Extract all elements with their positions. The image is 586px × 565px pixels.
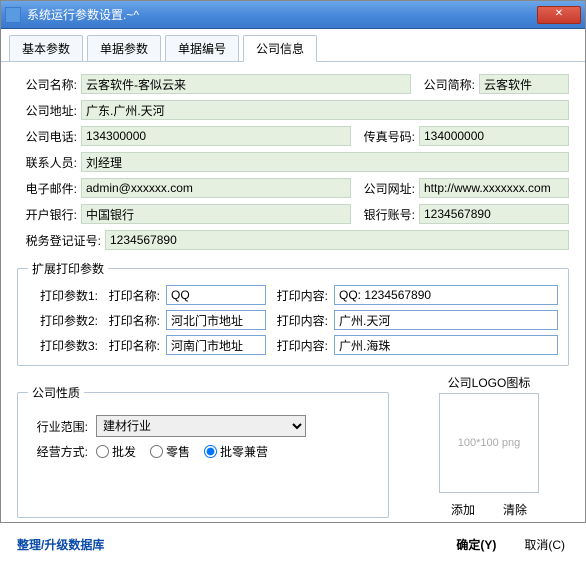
tab-document[interactable]: 单据参数	[87, 35, 161, 61]
fieldset-nature: 公司性质 行业范围: 建材行业 经营方式: 批发 零售 批零兼营	[17, 384, 389, 518]
label-pcontent2: 打印内容:	[272, 312, 328, 329]
cancel-button[interactable]: 取消(C)	[524, 536, 565, 553]
logo-box[interactable]: 100*100 png	[439, 393, 539, 493]
label-industry: 行业范围:	[28, 418, 88, 435]
content-panel: 公司名称: 公司简称: 公司地址: 公司电话: 传真号码: 联系人员: 电子邮件…	[1, 62, 585, 526]
logo-clear-button[interactable]: 清除	[503, 501, 527, 518]
label-pname1: 打印名称:	[104, 287, 160, 304]
label-company-addr: 公司地址:	[17, 102, 77, 119]
input-pname1[interactable]	[166, 285, 266, 305]
label-company-name: 公司名称:	[17, 76, 77, 93]
label-p2: 打印参数2:	[28, 312, 98, 329]
tab-bar: 基本参数 单据参数 单据编号 公司信息	[1, 29, 585, 62]
label-taxno: 税务登记证号:	[17, 232, 101, 249]
ok-button[interactable]: 确定(Y)	[456, 536, 496, 553]
input-company-tel[interactable]	[81, 126, 351, 146]
input-fax[interactable]	[419, 126, 569, 146]
label-logo-title: 公司LOGO图标	[409, 374, 569, 391]
radio-group-mode: 批发 零售 批零兼营	[96, 443, 268, 460]
label-contact: 联系人员:	[17, 154, 77, 171]
radio-retail[interactable]: 零售	[150, 443, 190, 460]
tab-docno[interactable]: 单据编号	[165, 35, 239, 61]
radio-both[interactable]: 批零兼营	[204, 443, 268, 460]
label-pname2: 打印名称:	[104, 312, 160, 329]
input-contact[interactable]	[81, 152, 569, 172]
tab-basic[interactable]: 基本参数	[9, 35, 83, 61]
select-industry[interactable]: 建材行业	[96, 415, 306, 437]
input-account[interactable]	[419, 204, 569, 224]
label-p3: 打印参数3:	[28, 337, 98, 354]
input-website[interactable]	[419, 178, 569, 198]
input-pname3[interactable]	[166, 335, 266, 355]
label-website: 公司网址:	[355, 180, 415, 197]
label-bank: 开户银行:	[17, 206, 77, 223]
label-mode: 经营方式:	[28, 443, 88, 460]
tab-company[interactable]: 公司信息	[243, 35, 317, 62]
legend-print-ext: 扩展打印参数	[28, 260, 108, 277]
input-company-addr[interactable]	[81, 100, 569, 120]
input-pcontent3[interactable]	[334, 335, 558, 355]
radio-wholesale[interactable]: 批发	[96, 443, 136, 460]
input-pname2[interactable]	[166, 310, 266, 330]
label-email: 电子邮件:	[17, 180, 77, 197]
input-pcontent2[interactable]	[334, 310, 558, 330]
input-bank[interactable]	[81, 204, 351, 224]
label-pcontent1: 打印内容:	[272, 287, 328, 304]
label-p1: 打印参数1:	[28, 287, 98, 304]
fieldset-print-ext: 扩展打印参数 打印参数1: 打印名称: 打印内容: 打印参数2: 打印名称: 打…	[17, 260, 569, 366]
footer: 整理/升级数据库 确定(Y) 取消(C)	[1, 526, 585, 565]
label-fax: 传真号码:	[355, 128, 415, 145]
input-pcontent1[interactable]	[334, 285, 558, 305]
window-title: 系统运行参数设置.~^	[27, 6, 537, 23]
logo-area: 公司LOGO图标 100*100 png 添加 清除	[409, 374, 569, 518]
input-taxno[interactable]	[105, 230, 569, 250]
close-button[interactable]: ✕	[537, 6, 581, 24]
logo-add-button[interactable]: 添加	[451, 501, 475, 518]
label-pcontent3: 打印内容:	[272, 337, 328, 354]
titlebar: 系统运行参数设置.~^ ✕	[1, 1, 585, 29]
label-pname3: 打印名称:	[104, 337, 160, 354]
input-email[interactable]	[81, 178, 351, 198]
legend-nature: 公司性质	[28, 384, 84, 401]
label-account: 银行账号:	[355, 206, 415, 223]
label-company-tel: 公司电话:	[17, 128, 77, 145]
link-upgrade-db[interactable]: 整理/升级数据库	[17, 536, 104, 553]
app-icon	[5, 7, 21, 23]
label-company-short: 公司简称:	[415, 76, 475, 93]
input-company-short[interactable]	[479, 74, 569, 94]
input-company-name[interactable]	[81, 74, 411, 94]
